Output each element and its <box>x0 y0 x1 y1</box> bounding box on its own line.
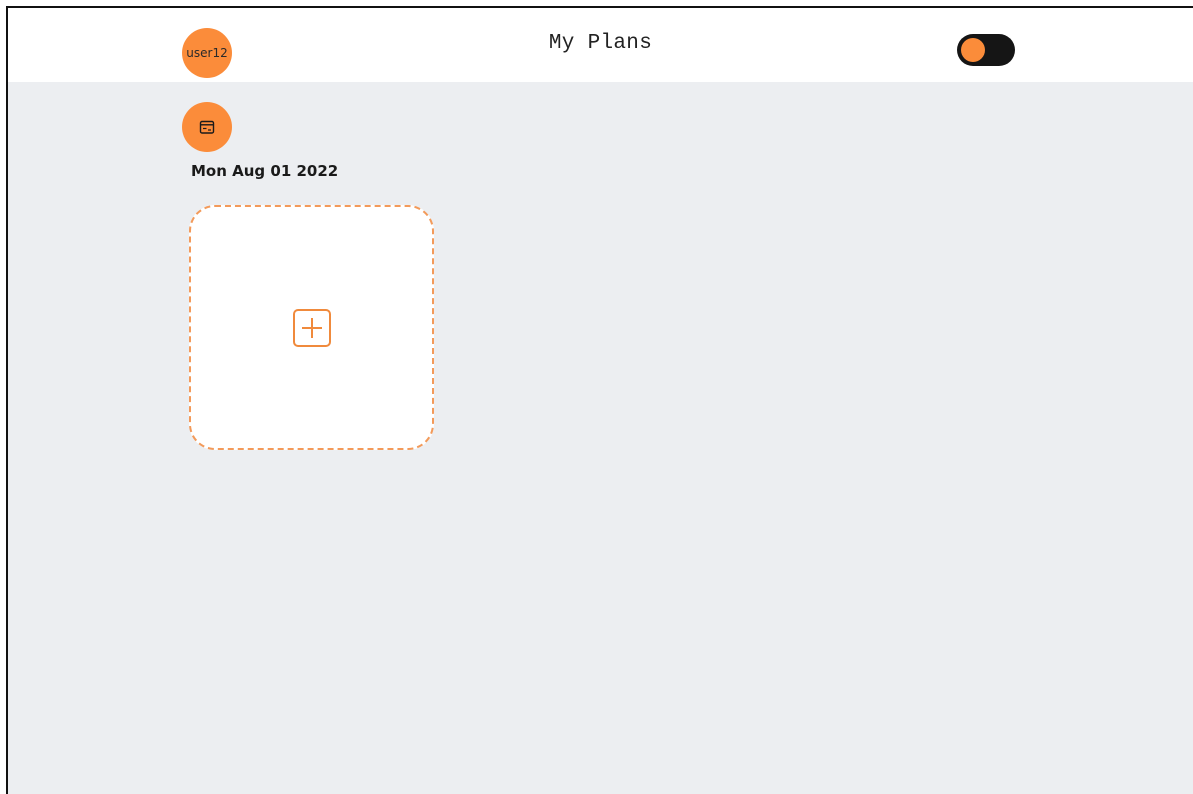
toggle-knob <box>961 38 985 62</box>
selected-date: Mon Aug 01 2022 <box>191 162 339 180</box>
plus-square-icon <box>292 308 331 347</box>
calendar-icon <box>199 120 215 134</box>
top-bar: user12 My Plans <box>8 8 1193 82</box>
calendar-button[interactable] <box>182 102 232 152</box>
add-plan-card[interactable] <box>189 205 434 450</box>
theme-toggle[interactable] <box>957 34 1015 66</box>
page-title: My Plans <box>548 32 653 55</box>
app-frame: user12 My Plans Mon Aug 01 2022 <box>6 6 1193 794</box>
